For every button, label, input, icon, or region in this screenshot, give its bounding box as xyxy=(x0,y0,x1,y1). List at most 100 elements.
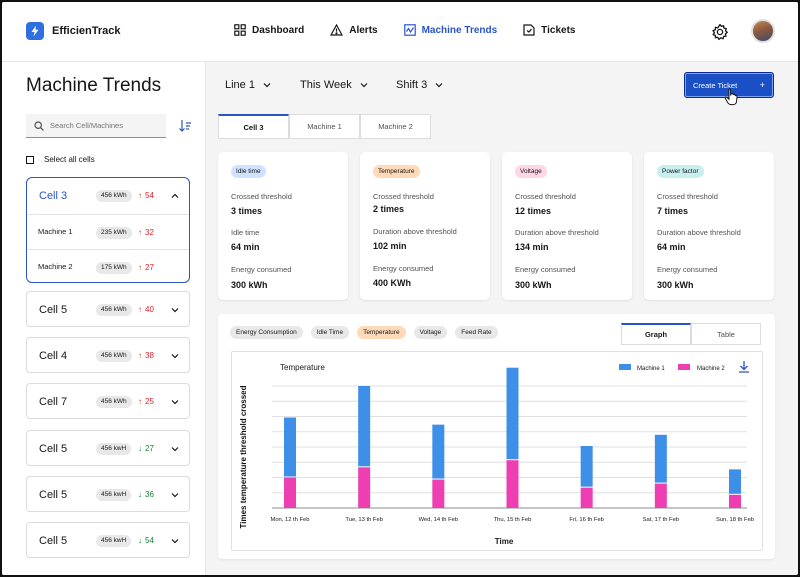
search-input[interactable] xyxy=(50,121,160,130)
metric-tag: Idle time xyxy=(231,165,266,178)
nav-machine-trends[interactable]: Machine Trends xyxy=(403,24,497,36)
bar-machine-1[interactable] xyxy=(432,424,445,479)
select-all-checkbox[interactable] xyxy=(26,155,34,164)
nav-dashboard[interactable]: Dashboard xyxy=(234,24,304,36)
metric-value: 300 kWh xyxy=(657,280,694,290)
bar-machine-2[interactable] xyxy=(358,467,371,508)
machine-row[interactable]: Machine 2 175 kWh ↑ 27 xyxy=(27,249,189,284)
bar-machine-1[interactable] xyxy=(654,434,667,483)
metric-tag: Temperature xyxy=(373,165,420,178)
download-icon[interactable] xyxy=(739,361,749,373)
metric-filter-pills: Energy Consumption Idle Time Temperature… xyxy=(230,326,498,339)
kwh-badge: 456 kWh xyxy=(96,304,132,316)
bar-machine-1[interactable] xyxy=(729,469,741,494)
chevron-down-icon xyxy=(263,83,271,88)
chevron-down-icon[interactable] xyxy=(171,491,179,499)
search-box[interactable] xyxy=(26,114,166,138)
sort-icon[interactable] xyxy=(178,119,192,133)
grid-icon xyxy=(234,24,246,36)
tab-table[interactable]: Table xyxy=(691,323,761,345)
chevron-down-icon xyxy=(360,83,368,88)
cell-card[interactable]: Cell 4 456 kWh ↑ 38 xyxy=(26,337,190,373)
period-dropdown[interactable]: This Week xyxy=(300,79,368,91)
brand[interactable]: EfficienTrack xyxy=(26,22,120,40)
kwh-badge: 235 kWh xyxy=(96,227,132,239)
arrow-up-icon: ↑ xyxy=(138,397,142,406)
chevron-down-icon[interactable] xyxy=(171,352,179,360)
chevron-down-icon[interactable] xyxy=(171,306,179,314)
bar-machine-1[interactable] xyxy=(358,386,371,467)
metric-label: Duration above threshold xyxy=(657,228,741,237)
machine-row[interactable]: Machine 1 235 kWh ↑ 32 xyxy=(27,214,189,249)
select-all-label: Select all cells xyxy=(44,155,95,164)
line-dropdown[interactable]: Line 1 xyxy=(225,79,271,91)
bar-machine-1[interactable] xyxy=(284,417,296,477)
cell-card[interactable]: Cell 7 456 kWh ↑ 25 xyxy=(26,383,190,419)
chevron-down-icon[interactable] xyxy=(171,537,179,545)
chevron-up-icon[interactable] xyxy=(171,192,179,200)
metric-card-voltage: Voltage Crossed threshold 12 times Durat… xyxy=(502,152,632,300)
bar-machine-2[interactable] xyxy=(284,477,296,509)
bar-machine-2[interactable] xyxy=(729,494,741,508)
tab-cell-3[interactable]: Cell 3 xyxy=(218,114,289,139)
nav-label: Tickets xyxy=(541,24,576,36)
arrow-up-icon: ↑ xyxy=(138,305,142,314)
bar-machine-1[interactable] xyxy=(580,445,593,487)
cell-card[interactable]: Cell 5 456 kWh ↑ 40 xyxy=(26,291,190,327)
trend-value: ↑ 54 xyxy=(138,190,154,202)
period-value: This Week xyxy=(300,79,352,91)
chevron-down-icon[interactable] xyxy=(171,445,179,453)
metric-value: 300 kWh xyxy=(231,280,268,290)
cell-card[interactable]: Cell 5 456 kwH ↓ 54 xyxy=(26,522,190,558)
chart-panel: Energy Consumption Idle Time Temperature… xyxy=(218,314,775,559)
cell-card[interactable]: Cell 5 456 kwH ↓ 36 xyxy=(26,476,190,512)
pill-idle-time[interactable]: Idle Time xyxy=(310,326,350,339)
nav-alerts[interactable]: Alerts xyxy=(330,24,378,36)
bar-machine-2[interactable] xyxy=(506,460,519,508)
machine-name: Machine 1 xyxy=(38,227,73,236)
bar-chart: Temperature Times temperature threshold … xyxy=(239,361,755,546)
cell-card[interactable]: Cell 5 456 kwH ↓ 27 xyxy=(26,430,190,466)
entity-tabs: Cell 3 Machine 1 Machine 2 xyxy=(218,114,431,139)
kwh-badge: 456 kWh xyxy=(96,396,132,408)
bar-machine-2[interactable] xyxy=(654,483,667,508)
metric-value: 102 min xyxy=(373,241,407,251)
select-all-cells[interactable]: Select all cells xyxy=(26,155,95,164)
avatar[interactable] xyxy=(751,19,775,43)
bar-machine-2[interactable] xyxy=(580,487,593,508)
pill-temperature[interactable]: Temperature xyxy=(357,326,406,339)
metric-label: Crossed threshold xyxy=(515,192,576,201)
x-tick-label: Thu, 15 th Feb xyxy=(494,517,532,523)
cell-card-expanded[interactable]: Cell 3 456 kWh ↑ 54 Machine 1 235 kWh ↑ 32… xyxy=(26,177,190,283)
tab-machine-1[interactable]: Machine 1 xyxy=(289,114,360,139)
kwh-badge: 175 kWh xyxy=(96,262,132,274)
arrow-up-icon: ↑ xyxy=(138,228,142,237)
pill-voltage[interactable]: Voltage xyxy=(413,326,448,339)
metric-value: 400 KWh xyxy=(373,278,412,288)
tab-graph[interactable]: Graph xyxy=(621,323,691,345)
chevron-down-icon[interactable] xyxy=(171,398,179,406)
metric-label: Duration above threshold xyxy=(515,228,599,237)
metric-tag: Voltage xyxy=(515,165,547,178)
metric-card-power-factor: Power factor Crossed threshold 7 times D… xyxy=(644,152,774,300)
pill-feed-rate[interactable]: Feed Rate xyxy=(455,326,498,339)
nav-label: Alerts xyxy=(349,24,378,36)
bar-machine-1[interactable] xyxy=(506,367,519,460)
gear-icon[interactable] xyxy=(711,23,729,41)
x-tick-label: Wed, 14 th Feb xyxy=(419,517,459,523)
shift-dropdown[interactable]: Shift 3 xyxy=(396,79,443,91)
metric-label: Energy consumed xyxy=(657,265,718,274)
nav-tickets[interactable]: Tickets xyxy=(523,24,575,36)
cell-header[interactable]: Cell 3 456 kWh ↑ 54 xyxy=(27,178,189,214)
trend-number: 27 xyxy=(145,444,154,453)
x-axis-label: Time xyxy=(495,537,514,546)
cell-name: Cell 5 xyxy=(39,489,68,501)
bar-machine-2[interactable] xyxy=(432,479,445,508)
metric-card-idle-time: Idle time Crossed threshold 3 times Idle… xyxy=(218,152,348,300)
metric-value: 134 min xyxy=(515,242,549,252)
tab-machine-2[interactable]: Machine 2 xyxy=(360,114,431,139)
metric-value: 64 min xyxy=(231,242,260,252)
pill-energy-consumption[interactable]: Energy Consumption xyxy=(230,326,303,339)
chart-x-ticks: Mon, 12 th Feb Tue, 13 th Feb Wed, 14 th F… xyxy=(271,517,755,523)
x-tick-label: Tue, 13 th Feb xyxy=(345,517,383,523)
